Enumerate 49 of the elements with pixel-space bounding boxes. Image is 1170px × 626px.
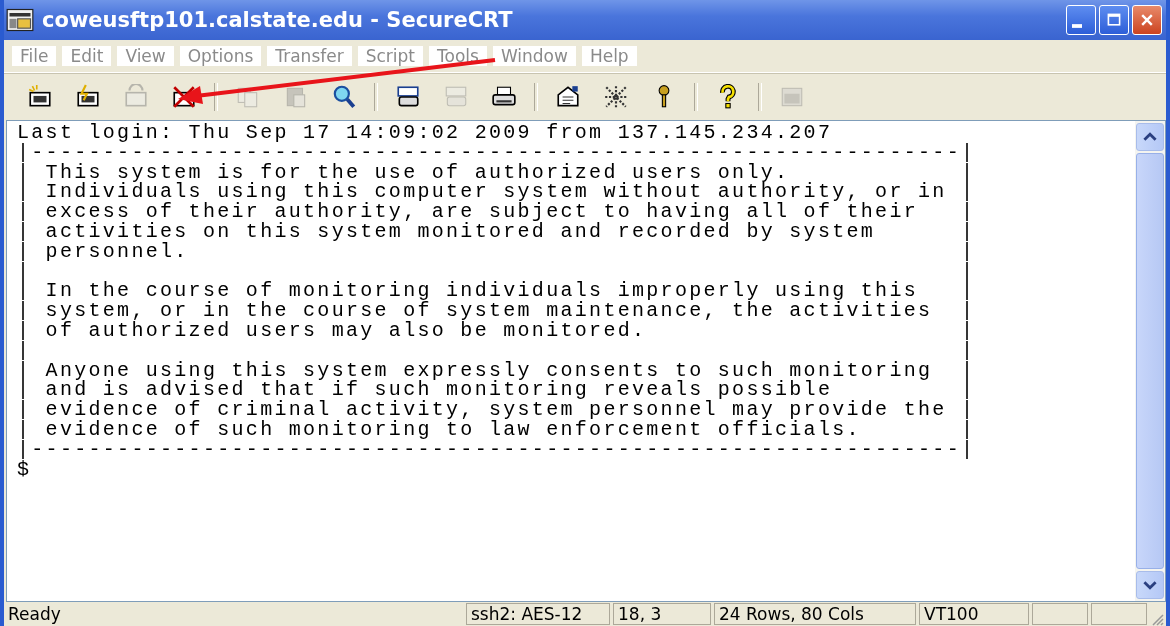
close-button[interactable] bbox=[1132, 5, 1162, 35]
menu-item[interactable]: Script bbox=[357, 46, 423, 66]
menu-item[interactable]: Window bbox=[492, 46, 576, 66]
menu-item[interactable]: Transfer bbox=[267, 46, 352, 66]
terminal-line: $ bbox=[17, 459, 32, 480]
terminal-line: |-----------------------------------------------------------------| bbox=[17, 439, 977, 460]
terminal-line: | activities on this system monitored and recorded by system | bbox=[17, 222, 977, 242]
menu-item[interactable]: View bbox=[117, 46, 174, 66]
terminal-line: | Anyone using this system expressly consents to such monitoring | bbox=[17, 360, 977, 381]
menu-item[interactable]: Options bbox=[179, 46, 262, 66]
terminal-line: | Individuals using this computer system without authority, or in | bbox=[17, 182, 977, 203]
maximize-button[interactable] bbox=[1099, 5, 1129, 35]
status-panel: VT100 bbox=[919, 603, 1029, 625]
scroll-down-button[interactable] bbox=[1136, 571, 1164, 599]
terminal-line: | evidence of such monitoring to law enforcement officials. | bbox=[17, 419, 977, 440]
close-icon bbox=[1139, 12, 1155, 28]
status-panel: ssh2: AES-12 bbox=[466, 603, 610, 625]
terminal-line: Last login: Thu Sep 17 14:09:02 2009 from 137.145.234.207 bbox=[17, 123, 833, 143]
pattern-icon bbox=[603, 84, 629, 110]
terminal-line: | | bbox=[17, 261, 977, 282]
terminal-line: | system, or in the course of system maintenance, the activities | bbox=[17, 301, 977, 321]
window-title: coweusftp101.calstate.edu - SecureCRT bbox=[42, 8, 514, 32]
terminal-icon bbox=[6, 8, 34, 32]
maximize-icon bbox=[1106, 12, 1122, 28]
status-panel bbox=[1091, 603, 1147, 625]
terminal-line: | | bbox=[17, 340, 977, 361]
status-panel: 18, 3 bbox=[613, 603, 711, 625]
terminal-line: | In the course of monitoring individuals improperly using this | bbox=[17, 281, 977, 302]
terminal-line: | personnel. | bbox=[17, 241, 977, 262]
chevron-down-icon bbox=[1143, 578, 1157, 592]
search-icon bbox=[331, 84, 357, 110]
status-panel bbox=[1032, 603, 1088, 625]
terminal-line: | evidence of criminal activity, system personnel may provide the | bbox=[17, 400, 977, 420]
scrollbar[interactable] bbox=[1135, 121, 1165, 601]
terminal-line: | excess of their authority, are subject to having all of their | bbox=[17, 202, 977, 222]
terminal-line: | of authorized users may also be monitored. | bbox=[17, 320, 977, 341]
menu-item[interactable]: File bbox=[12, 46, 57, 66]
terminal-line: |-----------------------------------------------------------------| bbox=[17, 142, 977, 163]
status-message: Ready bbox=[7, 604, 62, 624]
minimize-icon bbox=[1072, 24, 1082, 28]
terminal-line: | This system is for the use of authorized users only. | bbox=[17, 162, 977, 183]
status-panel: 24 Rows, 80 Cols bbox=[714, 603, 916, 625]
menu-item[interactable]: Edit bbox=[62, 46, 112, 66]
terminal-line: | and is advised that if such monitoring reveals possible | bbox=[17, 380, 977, 401]
chevron-up-icon bbox=[1143, 130, 1157, 144]
minimize-button[interactable] bbox=[1066, 5, 1096, 35]
scroll-thumb[interactable] bbox=[1136, 153, 1164, 569]
scroll-up-button[interactable] bbox=[1136, 123, 1164, 151]
menu-item[interactable]: Help bbox=[581, 46, 637, 66]
